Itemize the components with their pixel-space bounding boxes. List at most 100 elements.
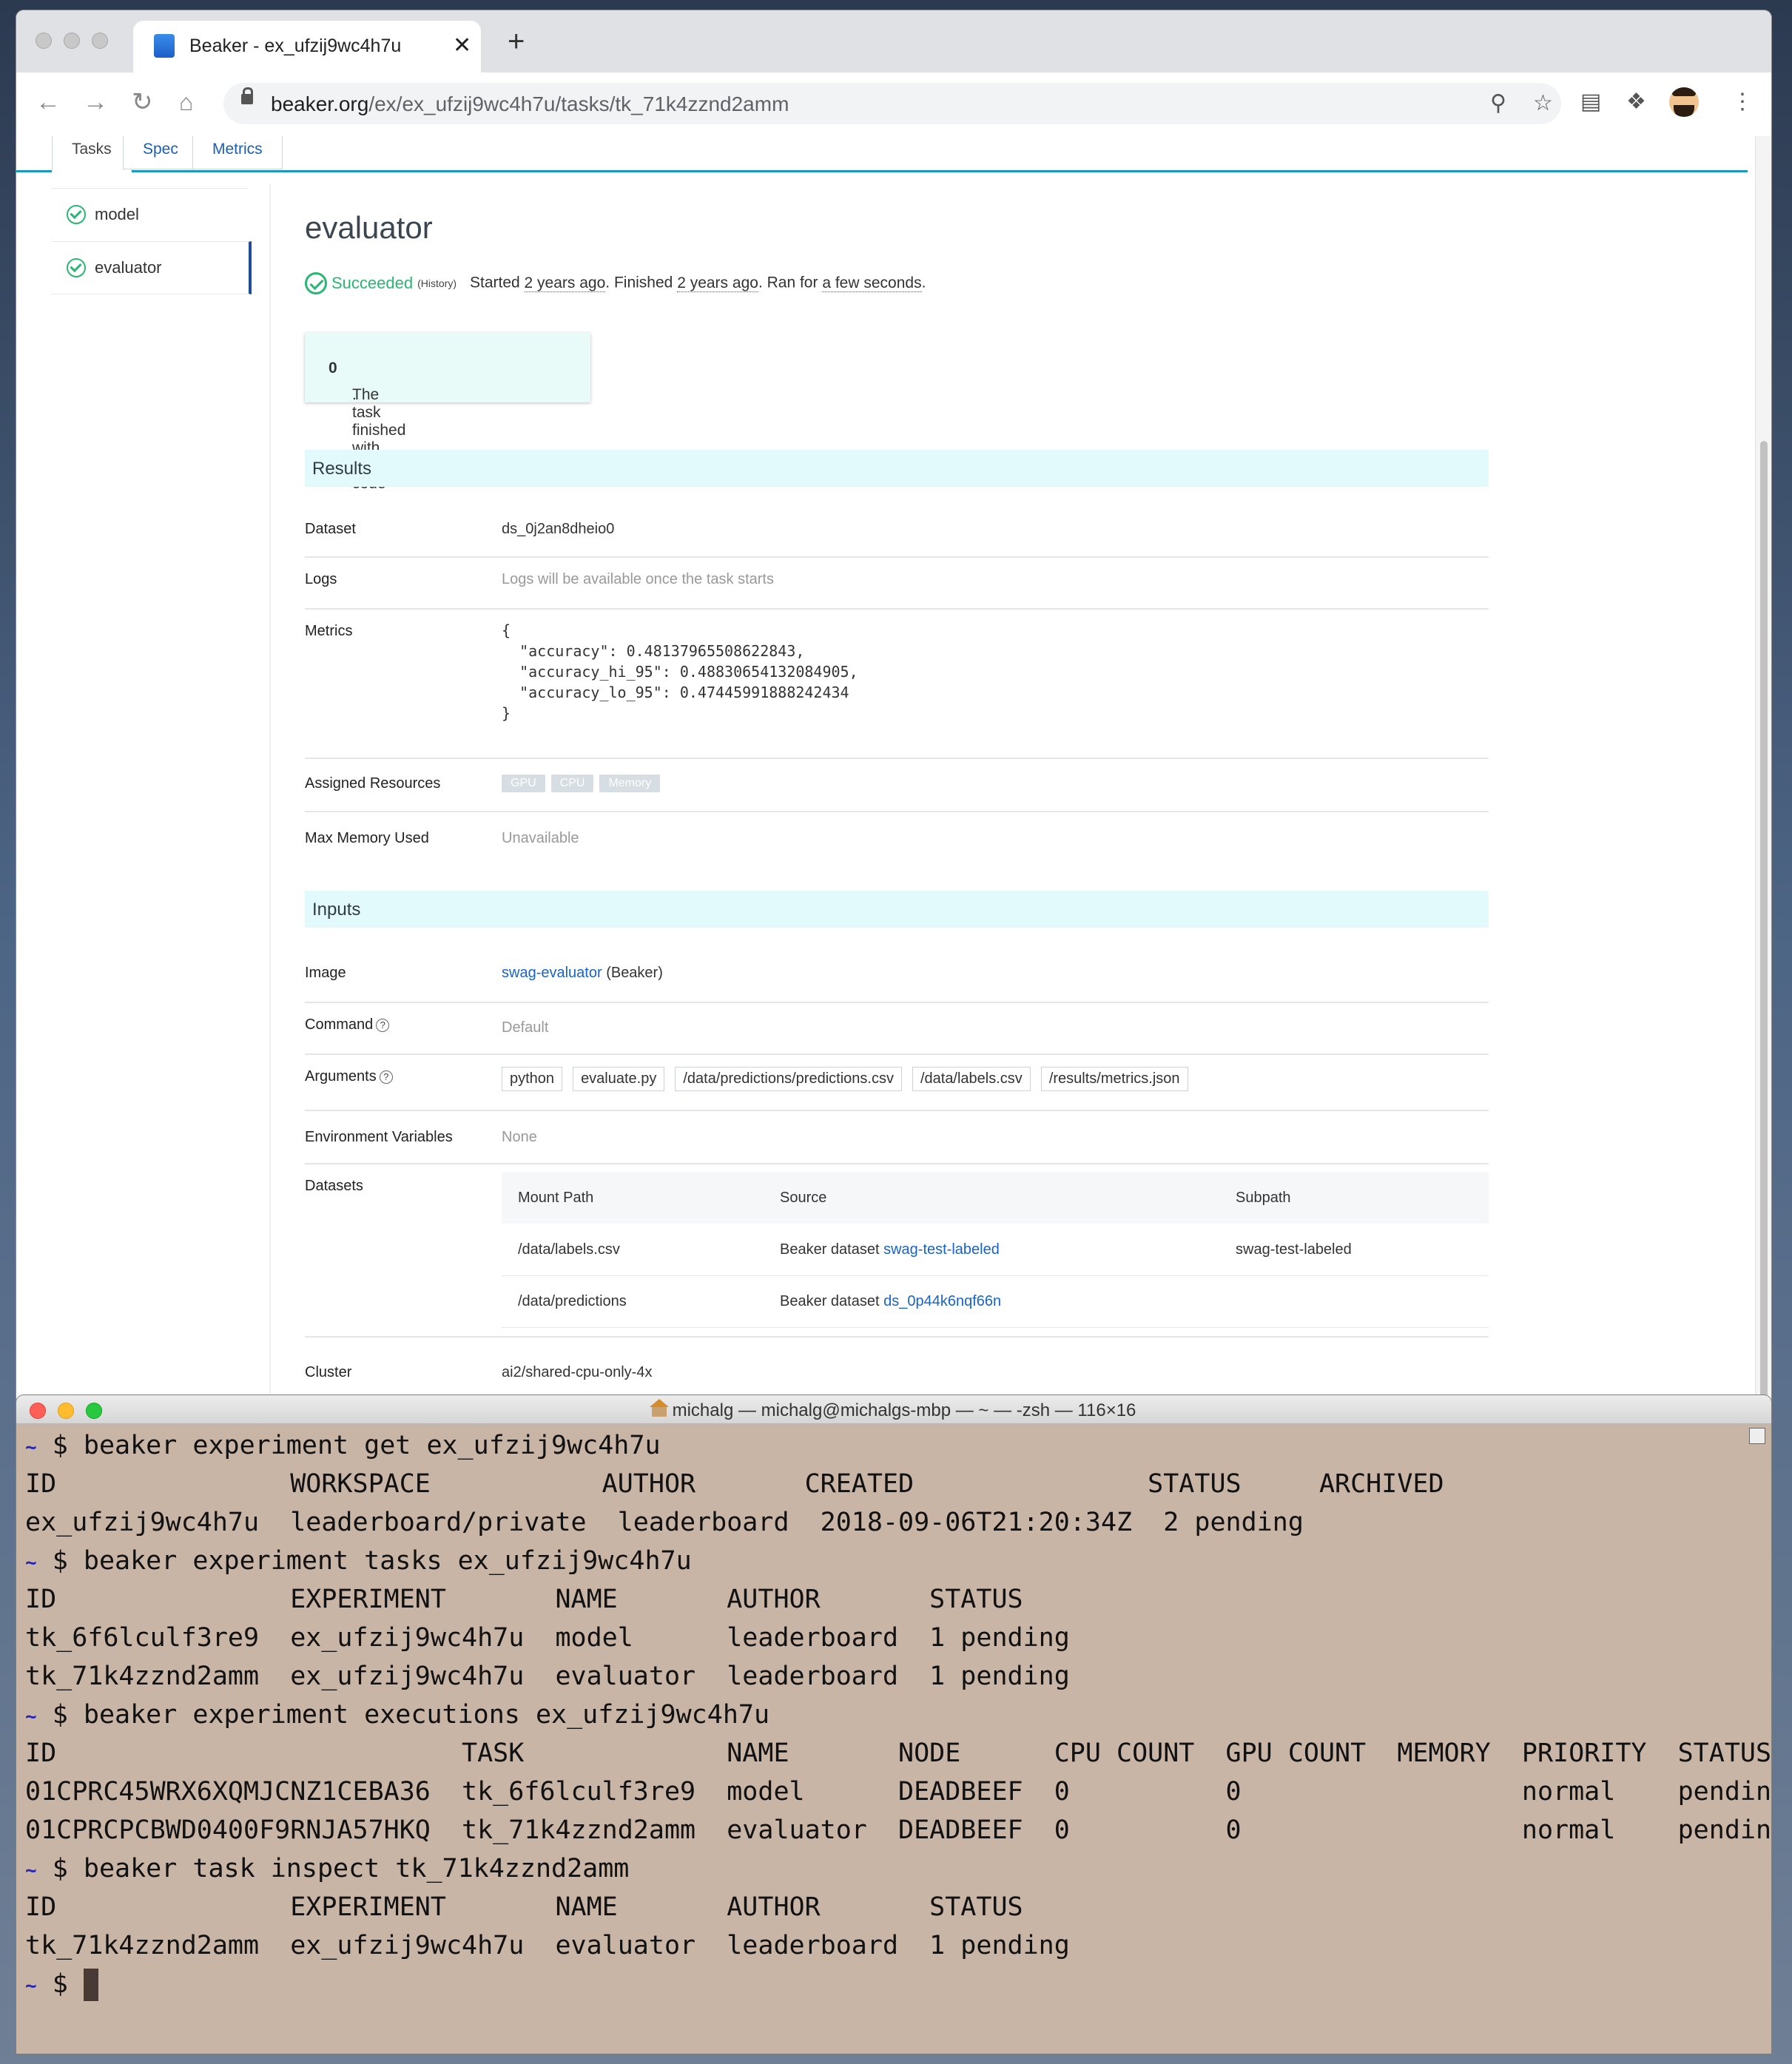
help-circle-icon[interactable]: ? xyxy=(379,1070,393,1084)
finished-time: 2 years ago xyxy=(677,274,758,292)
result-row-metrics: Metrics { "accuracy": 0.4813796550862284… xyxy=(305,610,1489,759)
new-tab-button[interactable]: + xyxy=(508,27,525,56)
ran-prefix: . Ran for xyxy=(758,274,818,291)
resources-pills: GPU CPU Memory xyxy=(502,774,666,792)
reload-icon[interactable]: ↻ xyxy=(132,87,153,117)
inputs-section-header: Inputs xyxy=(305,891,1489,928)
experiment-subtabs: Tasks Spec Metrics xyxy=(16,136,1748,172)
metrics-label: Metrics xyxy=(305,623,353,639)
terminal-line-text: $ beaker experiment executions ex_ufzij9… xyxy=(36,1700,770,1730)
resources-label: Assigned Resources xyxy=(305,775,441,792)
header-mount-path: Mount Path xyxy=(518,1190,594,1206)
image-link[interactable]: swag-evaluator xyxy=(502,965,602,981)
memory-pill: Memory xyxy=(599,775,661,792)
terminal-window: michalg — michalg@michalgs-mbp — ~ — -zs… xyxy=(16,1395,1771,2054)
terminal-output[interactable]: ~ $ beaker experiment get ex_ufzij9wc4h7… xyxy=(25,1426,1771,2003)
reader-mode-icon[interactable]: ▤ xyxy=(1580,89,1601,115)
forward-arrow-icon[interactable]: → xyxy=(83,87,108,117)
scrollbar-thumb[interactable] xyxy=(1760,441,1768,1401)
page-scrollbar[interactable] xyxy=(1755,136,1771,1401)
help-circle-icon[interactable]: ? xyxy=(376,1018,390,1032)
started-prefix: Started xyxy=(469,274,520,291)
tab-close-icon[interactable]: ✕ xyxy=(453,33,471,58)
terminal-command-line: ~ $ xyxy=(25,1965,1756,2003)
back-arrow-icon[interactable]: ← xyxy=(36,87,61,117)
result-row-resources: Assigned Resources GPU CPU Memory xyxy=(305,759,1489,812)
logs-value: Logs will be available once the task sta… xyxy=(502,571,774,587)
terminal-output-line: ID WORKSPACE AUTHOR CREATED STATUS ARCHI… xyxy=(25,1465,1756,1503)
terminal-line-text: $ beaker experiment get ex_ufzij9wc4h7u xyxy=(36,1431,661,1460)
gpu-pill: GPU xyxy=(502,775,545,792)
zoom-search-icon[interactable]: ⚲ xyxy=(1490,90,1506,116)
ran-suffix: . xyxy=(921,274,926,291)
subpath-cell: swag-test-labeled xyxy=(1236,1241,1352,1258)
image-label: Image xyxy=(305,965,346,981)
prompt-tilde: ~ xyxy=(25,1860,37,1882)
url-text[interactable]: beaker.org/ex/ex_ufzij9wc4h7u/tasks/tk_7… xyxy=(271,92,789,116)
bookmark-star-icon[interactable]: ☆ xyxy=(1533,90,1553,116)
arguments-list: python evaluate.py/data/predictions/predi… xyxy=(502,1067,1199,1091)
sidebar-item-model[interactable]: model xyxy=(52,188,249,240)
started-time: 2 years ago xyxy=(524,274,606,292)
terminal-line-text: 01CPRCPCBWD0400F9RNJA57HKQ tk_71k4zznd2a… xyxy=(25,1815,1771,1845)
prompt-tilde: ~ xyxy=(25,1975,37,1997)
inputs-title: Inputs xyxy=(312,900,361,920)
home-folder-icon xyxy=(649,1399,669,1417)
tab-metrics[interactable]: Metrics xyxy=(192,136,283,169)
argument-chip: evaluate.py xyxy=(573,1067,665,1091)
success-check-icon xyxy=(305,272,327,294)
source-prefix: Beaker dataset xyxy=(780,1241,880,1258)
menu-kebab-icon[interactable]: ⋮ xyxy=(1731,89,1754,115)
check-circle-icon xyxy=(67,258,86,277)
terminal-command-line: ~ $ beaker experiment executions ex_ufzi… xyxy=(25,1696,1756,1734)
window-close-button[interactable] xyxy=(36,33,52,49)
terminal-line-text: tk_6f6lculf3re9 ex_ufzij9wc4h7u model le… xyxy=(25,1623,1070,1653)
max-memory-label: Max Memory Used xyxy=(305,830,429,846)
cluster-label: Cluster xyxy=(305,1364,352,1380)
window-minimize-button[interactable] xyxy=(64,33,80,49)
terminal-title-text: michalg — michalg@michalgs-mbp — ~ — -zs… xyxy=(672,1400,1136,1420)
cpu-pill: CPU xyxy=(550,775,594,792)
sidebar-item-evaluator[interactable]: evaluator xyxy=(52,241,252,294)
profile-avatar[interactable] xyxy=(1669,87,1699,117)
url-path: /ex/ex_ufzij9wc4h7u/tasks/tk_71k4zznd2am… xyxy=(368,92,789,115)
source-dataset-link[interactable]: ds_0p44k6nqf66n xyxy=(883,1293,1001,1309)
cluster-link[interactable]: ai2/shared-cpu-only-4x xyxy=(502,1364,652,1381)
browser-toolbar: ← → ↻ ⌂ beaker.org/ex/ex_ufzij9wc4h7u/ta… xyxy=(16,72,1771,137)
results-title: Results xyxy=(312,459,372,479)
max-memory-value: Unavailable xyxy=(502,830,579,846)
terminal-line-text: ID EXPERIMENT NAME AUTHOR STATUS xyxy=(25,1892,1023,1922)
tab-strip: Beaker - ex_ufzij9wc4h7u ✕ + xyxy=(16,10,1771,74)
source-dataset-link[interactable]: swag-test-labeled xyxy=(883,1241,1000,1258)
result-row-max-memory: Max Memory Used Unavailable xyxy=(305,811,1489,866)
input-row-arguments: Arguments? python evaluate.py/data/predic… xyxy=(305,1055,1489,1111)
command-label: Command? xyxy=(305,1016,390,1033)
input-row-datasets: Datasets Mount Path Source Subpath /data… xyxy=(305,1164,1489,1338)
terminal-output-line: tk_71k4zznd2amm ex_ufzij9wc4h7u evaluato… xyxy=(25,1657,1756,1696)
terminal-line-text: tk_71k4zznd2amm ex_ufzij9wc4h7u evaluato… xyxy=(25,1931,1070,1960)
tab-tasks[interactable]: Tasks xyxy=(52,136,132,172)
window-zoom-button[interactable] xyxy=(92,33,108,49)
terminal-line-text: ID WORKSPACE AUTHOR CREATED STATUS ARCHI… xyxy=(25,1469,1444,1499)
home-icon[interactable]: ⌂ xyxy=(179,87,193,117)
table-row: /data/labels.csv Beaker dataset swag-tes… xyxy=(502,1224,1489,1276)
sidebar-item-label: model xyxy=(95,205,139,223)
tab-spec[interactable]: Spec xyxy=(123,136,198,169)
terminal-output-line: ID TASK NAME NODE CPU COUNT GPU COUNT ME… xyxy=(25,1734,1771,1773)
result-row-dataset: Dataset ds_0j2an8dheio0 xyxy=(305,507,1489,558)
address-bar[interactable]: beaker.org/ex/ex_ufzij9wc4h7u/tasks/tk_7… xyxy=(223,83,1561,124)
command-value: Default xyxy=(502,1019,549,1036)
dataset-link[interactable]: ds_0j2an8dheio0 xyxy=(502,521,614,538)
datasets-label: Datasets xyxy=(305,1178,363,1194)
history-link[interactable]: (History) xyxy=(417,277,457,289)
prompt-tilde: ~ xyxy=(25,1437,37,1459)
extensions-puzzle-icon[interactable]: ❖ xyxy=(1626,89,1646,115)
input-row-env: Environment Variables None xyxy=(305,1111,1489,1164)
source-cell: Beaker dataset swag-test-labeled xyxy=(780,1241,1000,1258)
source-prefix: Beaker dataset xyxy=(780,1293,880,1309)
results-section-header: Results xyxy=(305,450,1489,487)
browser-tab[interactable]: Beaker - ex_ufzij9wc4h7u ✕ xyxy=(133,21,481,74)
terminal-line-text: $ xyxy=(36,1969,84,1999)
terminal-output-line: tk_71k4zznd2amm ex_ufzij9wc4h7u evaluato… xyxy=(25,1926,1756,1965)
check-circle-icon xyxy=(67,205,86,224)
